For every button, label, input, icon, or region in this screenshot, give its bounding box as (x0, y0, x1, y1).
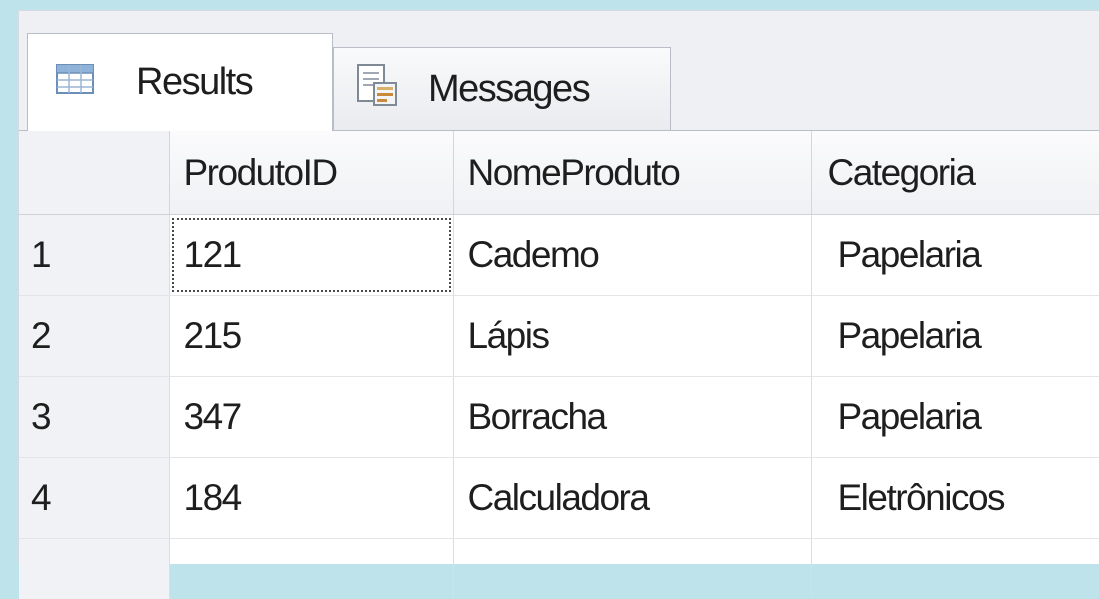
grid-table-icon (56, 61, 94, 104)
grid-cell[interactable]: Calculadora (453, 458, 811, 539)
tab-strip: Results Messages (19, 11, 1099, 131)
results-grid: ProdutoID NomeProduto Categoria 1 121 Ca… (19, 130, 1099, 564)
header-row: ProdutoID NomeProduto Categoria (19, 131, 1099, 215)
column-header-nomeproduto[interactable]: NomeProduto (453, 131, 811, 215)
grid-cell[interactable]: Papelaria (811, 377, 1099, 458)
tab-messages[interactable]: Messages (333, 47, 671, 131)
grid-cell[interactable]: Borracha (453, 377, 811, 458)
grid-cell[interactable]: 215 (169, 296, 453, 377)
grid-cell[interactable]: Papelaria (811, 215, 1099, 296)
results-pane: Results Messages (18, 10, 1099, 563)
grid-cell[interactable]: 121 (169, 215, 453, 296)
grid-cell[interactable]: Papelaria (811, 296, 1099, 377)
tab-results-label: Results (136, 61, 252, 104)
empty-cell (811, 539, 1099, 599)
grid-cell[interactable]: Cademo (453, 215, 811, 296)
row-number[interactable]: 2 (19, 296, 169, 377)
table-row: 2 215 Lápis Papelaria (19, 296, 1099, 377)
column-header-produtoid[interactable]: ProdutoID (169, 131, 453, 215)
grid-cell[interactable]: 184 (169, 458, 453, 539)
row-number[interactable]: 1 (19, 215, 169, 296)
select-all-corner[interactable] (19, 131, 169, 215)
row-number[interactable]: 4 (19, 458, 169, 539)
tab-results[interactable]: Results (27, 33, 333, 131)
grid-cell[interactable]: Eletrônicos (811, 458, 1099, 539)
empty-cell (169, 539, 453, 599)
table-row: 3 347 Borracha Papelaria (19, 377, 1099, 458)
table-row: 1 121 Cademo Papelaria (19, 215, 1099, 296)
results-table: ProdutoID NomeProduto Categoria 1 121 Ca… (19, 131, 1099, 599)
column-header-categoria[interactable]: Categoria (811, 131, 1099, 215)
empty-row (19, 539, 1099, 599)
table-row: 4 184 Calculadora Eletrônicos (19, 458, 1099, 539)
empty-row-header (19, 539, 169, 599)
empty-cell (453, 539, 811, 599)
grid-cell[interactable]: 347 (169, 377, 453, 458)
grid-cell[interactable]: Lápis (453, 296, 811, 377)
tab-messages-label: Messages (428, 68, 589, 111)
row-number[interactable]: 3 (19, 377, 169, 458)
messages-document-icon (356, 63, 398, 117)
